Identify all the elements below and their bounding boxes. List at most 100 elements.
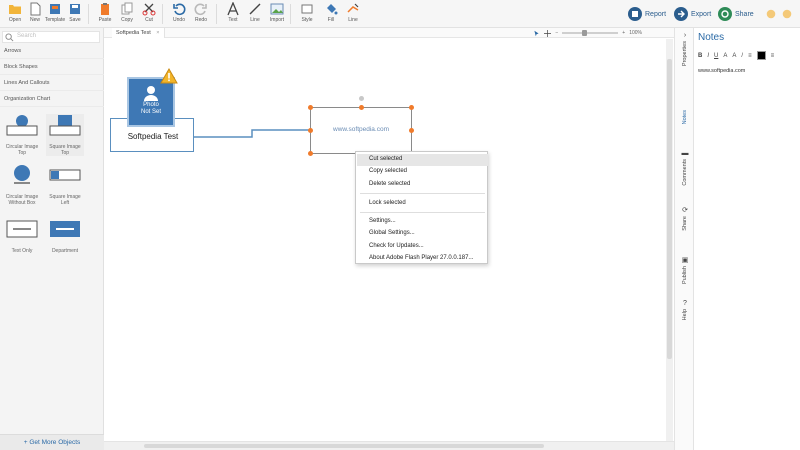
list-icon[interactable]: ≡ — [771, 53, 775, 59]
report-button[interactable]: Report — [628, 6, 666, 22]
person-icon — [144, 86, 158, 101]
expand-button[interactable] — [782, 6, 792, 22]
help-icon: ? — [683, 300, 687, 307]
save-button[interactable]: Save — [62, 2, 88, 26]
zoom-slider-knob[interactable] — [582, 30, 588, 36]
zoom-slider[interactable] — [562, 30, 619, 36]
menu-item-copy-selected[interactable]: Copy selected — [357, 166, 488, 178]
notes-text[interactable]: www.softpedia.com — [698, 68, 745, 74]
main-toolbar: Open New Template Save Paste Copy Cut Un… — [0, 0, 800, 28]
tab-properties[interactable]: › Properties — [677, 32, 693, 66]
menu-item-lock-selected[interactable]: Lock selected — [357, 198, 488, 210]
share-button[interactable]: Share — [718, 6, 754, 22]
menu-item-about-flash[interactable]: About Adobe Flash Player 27.0.0.187... — [357, 253, 488, 265]
scrollbar-thumb[interactable] — [144, 444, 544, 448]
category-lines-and-callouts[interactable]: Lines And Callouts — [0, 75, 104, 91]
scrollbar-thumb[interactable] — [667, 59, 672, 359]
tab-share[interactable]: ⟳ Share — [677, 206, 693, 231]
vertical-scrollbar[interactable] — [666, 39, 673, 441]
rotate-handle[interactable] — [359, 96, 364, 101]
scissors-icon — [142, 3, 156, 16]
pan-icon[interactable] — [544, 29, 552, 37]
menu-divider — [360, 212, 485, 213]
photo-placeholder[interactable]: Photo Not Set — [127, 77, 175, 127]
folder-icon — [9, 5, 21, 14]
minimize-icon — [766, 9, 776, 19]
search-box[interactable]: Search — [2, 31, 100, 43]
tab-label: Properties — [682, 41, 688, 67]
category-arrows[interactable]: Arrows — [0, 43, 104, 59]
circular-image-without-box-thumbnail — [14, 165, 30, 184]
line-style-label: Line — [348, 17, 358, 23]
new-document-icon — [30, 2, 41, 16]
font-color-button[interactable]: A — [732, 53, 736, 59]
minimize-button[interactable] — [766, 6, 776, 22]
text-icon — [227, 2, 239, 16]
tab-label: Share — [682, 216, 688, 231]
share-tab-icon: ⟳ — [682, 207, 688, 214]
italic-button[interactable]: I — [707, 53, 709, 59]
share-label: Share — [735, 10, 754, 18]
copy-icon — [121, 2, 133, 15]
menu-item-delete-selected[interactable]: Delete selected — [357, 179, 488, 191]
tab-comments[interactable]: ▬ Comments — [677, 150, 693, 186]
resize-handle[interactable] — [409, 128, 414, 133]
text-only-thumbnail — [6, 220, 38, 238]
comment-icon: ▬ — [681, 150, 689, 157]
shape-circular-image-top[interactable]: Circular Image Top — [3, 114, 41, 156]
resize-handle[interactable] — [308, 128, 313, 133]
department-thumbnail — [50, 221, 80, 237]
zoom-level: 100% — [629, 30, 642, 36]
shape-text-only[interactable]: Text Only — [3, 218, 41, 254]
import-button[interactable]: Import — [264, 2, 290, 26]
menu-item-settings[interactable]: Settings... — [357, 216, 488, 228]
bold-button[interactable]: B — [698, 53, 702, 59]
menu-divider — [360, 193, 485, 194]
get-more-objects-link[interactable]: + Get More Objects — [0, 434, 104, 450]
style-label: Style — [301, 17, 313, 23]
selected-text-shape[interactable]: www.softpedia.com — [310, 107, 412, 154]
close-icon[interactable]: × — [156, 30, 159, 36]
zoom-in-icon[interactable]: + — [622, 30, 625, 36]
resize-handle[interactable] — [359, 105, 364, 110]
toolbar-divider — [88, 4, 89, 24]
tab-label: Softpedia Test — [116, 30, 151, 36]
resize-handle[interactable] — [308, 105, 313, 110]
shape-square-image-top[interactable]: Square Image Top — [46, 114, 84, 156]
fill-bucket-icon — [327, 4, 338, 15]
search-placeholder: Search — [17, 33, 37, 39]
font-size-button[interactable]: A — [723, 53, 727, 59]
tab-notes[interactable]: Notes — [677, 108, 693, 124]
resize-handle[interactable] — [409, 105, 414, 110]
color-swatch[interactable] — [756, 51, 766, 60]
category-block-shapes[interactable]: Block Shapes — [0, 59, 104, 75]
publish-icon: ▣ — [681, 257, 689, 264]
category-organization-chart[interactable]: Organization Chart — [0, 91, 104, 107]
menu-item-check-updates[interactable]: Check for Updates... — [357, 241, 488, 253]
tab-help[interactable]: ? Help — [677, 300, 693, 320]
zoom-out-icon[interactable]: − — [555, 30, 558, 36]
tab-publish[interactable]: ▣ Publish — [677, 256, 693, 284]
menu-item-cut-selected[interactable]: Cut selected — [357, 154, 488, 166]
resize-handle[interactable] — [308, 151, 313, 156]
menu-item-global-settings[interactable]: Global Settings... — [357, 228, 488, 240]
redo-button[interactable]: Redo — [188, 2, 214, 26]
tab-softpedia-test[interactable]: Softpedia Test × — [112, 28, 165, 38]
shape-square-image-left[interactable]: Square Image Left — [46, 164, 84, 206]
toolbar-divider — [216, 4, 217, 24]
align-icon[interactable]: ≡ — [748, 53, 752, 59]
export-button[interactable]: Export — [674, 6, 711, 22]
export-label: Export — [691, 10, 712, 18]
italic-slash-button[interactable]: / — [741, 53, 743, 59]
pointer-icon[interactable] — [533, 30, 540, 37]
style-button[interactable]: Style — [294, 2, 320, 26]
shape-department[interactable]: Department — [46, 218, 84, 254]
underline-button[interactable]: U — [714, 53, 718, 59]
properties-icon: › — [683, 32, 687, 39]
horizontal-scrollbar[interactable] — [104, 441, 674, 450]
cut-button[interactable]: Cut — [136, 2, 162, 26]
notes-title: Notes — [698, 32, 725, 43]
line-style-button[interactable]: Line — [340, 2, 366, 26]
undo-icon — [173, 3, 186, 16]
shape-circular-image-without-box[interactable]: Circular Image Without Box — [3, 164, 41, 206]
